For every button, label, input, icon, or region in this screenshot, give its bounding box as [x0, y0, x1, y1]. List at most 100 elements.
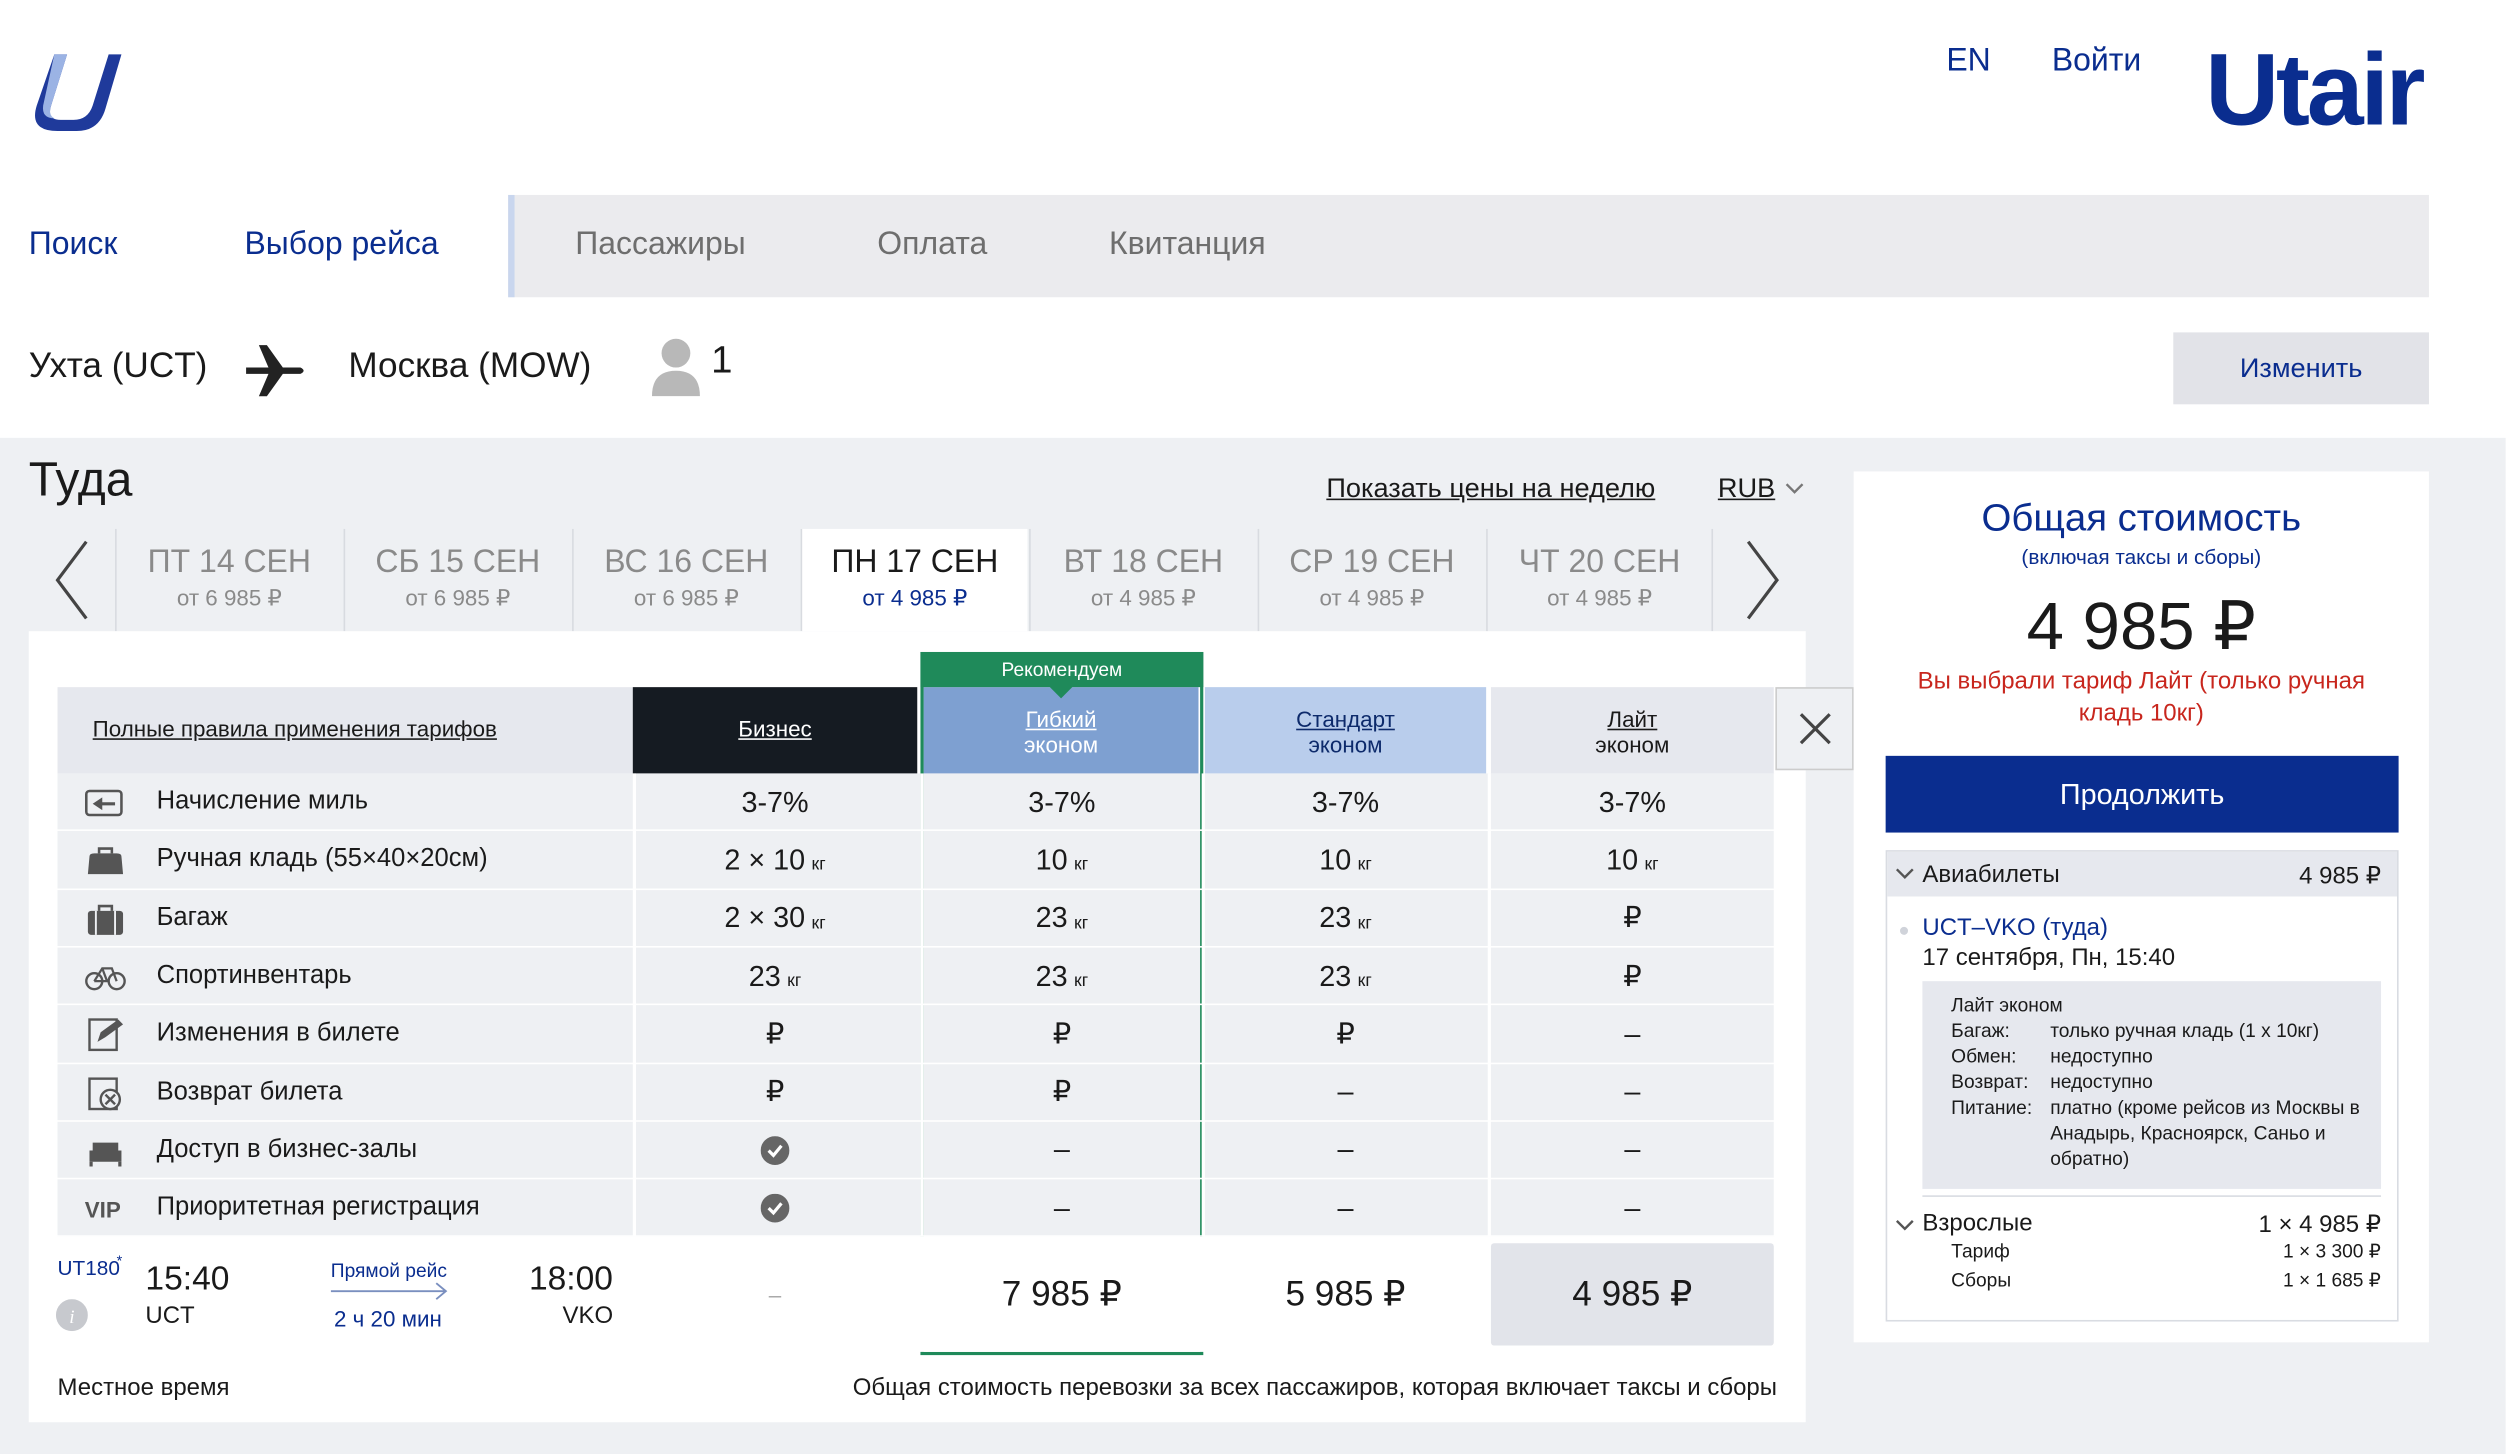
detail-key: Питание: [1951, 1096, 2033, 1119]
segment-date: 17 сентября, Пн, 15:40 [1922, 944, 2176, 972]
fare-cell: – [1624, 1017, 1641, 1050]
fare-feature-label: Ручная кладь (55×40×20см) [156, 845, 488, 873]
fare-cell: ₽ [1623, 901, 1642, 934]
date-tab[interactable]: ВС 16 СЕН от 6 985 ₽ [572, 528, 799, 632]
departure-time: 15:40 [145, 1260, 230, 1298]
route-origin: Ухта (UCT) [28, 345, 208, 386]
fare-cell: 10 кг [1319, 843, 1372, 876]
date-tab[interactable]: СБ 15 СЕН от 6 985 ₽ [343, 528, 571, 632]
tickets-label: Авиабилеты [1922, 861, 2060, 889]
summary-subtitle: (включая таксы и сборы) [2021, 544, 2262, 569]
svg-text:i: i [69, 1307, 74, 1328]
segment-dot [1900, 926, 1909, 935]
column-divider [1201, 773, 1205, 1237]
info-icon[interactable]: i [55, 1299, 88, 1332]
summary-total: 4 985 ₽ [2026, 588, 2256, 664]
close-compare-button[interactable] [1775, 687, 1854, 771]
summary-title: Общая стоимость [1981, 496, 2302, 541]
fare-rules-link[interactable]: Полные правила применения тарифов [93, 716, 497, 742]
fare-warning: Вы выбрали тариф Лайт (только ручная кла… [1917, 667, 2365, 728]
edit-ticket-icon [88, 1018, 124, 1052]
fare-cell: ₽ [765, 1075, 785, 1108]
route-destination: Москва (MOW) [348, 345, 592, 386]
fare-feature-label: Изменения в билете [156, 1019, 400, 1047]
currency-select[interactable]: RUB [1718, 473, 1775, 505]
flight-number[interactable]: UT180 [58, 1256, 120, 1280]
chevron-down-icon[interactable] [1783, 476, 1805, 498]
fees-value: 1 × 1 685 ₽ [2282, 1268, 2382, 1292]
step-payment: Оплата [877, 226, 988, 263]
step-flight-select[interactable]: Выбор рейса [244, 227, 438, 264]
local-time-note: Местное время [57, 1374, 230, 1402]
fare-cell: – [1053, 1133, 1070, 1166]
chevron-down-icon[interactable] [1895, 866, 1914, 882]
fare-cell: ₽ [1052, 1017, 1072, 1050]
fare-cell: 2 × 30 кг [724, 901, 826, 934]
segment-route[interactable]: UCT–VKO (туда) [1922, 914, 2108, 941]
fare-cell: – [1337, 1191, 1354, 1224]
column-divider [1487, 773, 1491, 1237]
fare-cell: 23 кг [1035, 959, 1089, 992]
detail-value: платно (кроме рейсов из Москвы в Анадырь… [2050, 1096, 2360, 1170]
tickets-total: 4 985 ₽ [2299, 862, 2382, 891]
summary-panel: Общая стоимость (включая таксы и сборы) … [1853, 471, 2429, 1343]
date-tab[interactable]: ЧТ 20 СЕН от 4 985 ₽ [1486, 528, 1714, 632]
fare-cell: 3-7% [1311, 785, 1380, 818]
check-icon [760, 1194, 790, 1223]
chevron-down-icon[interactable] [1895, 1218, 1914, 1234]
week-prices-link[interactable]: Показать цены на неделю [1326, 473, 1655, 505]
adults-label[interactable]: Взрослые [1922, 1210, 2032, 1237]
fare-details-title: Лайт эконом [1951, 993, 2063, 1017]
language-switch[interactable]: EN [1946, 43, 1990, 80]
fare-column-business[interactable]: Бизнес [632, 687, 918, 774]
fare-cell: 23 кг [1035, 901, 1089, 934]
passenger-icon [651, 338, 700, 397]
hand-luggage-icon [87, 847, 124, 875]
fare-column-light[interactable]: Лайт эконом [1490, 687, 1774, 774]
refund-icon [88, 1076, 122, 1110]
svg-text:VIP: VIP [85, 1198, 121, 1223]
fare-cell [633, 1179, 917, 1237]
fare-feature-label: Возврат билета [156, 1077, 343, 1106]
recommended-badge: Рекомендуем [920, 651, 1204, 688]
brand-logo[interactable]: Utair [2205, 29, 2425, 150]
fare-column-flex[interactable]: Гибкий эконом [923, 687, 1199, 774]
fare-cell: 10 кг [1606, 843, 1659, 876]
price-light-selected[interactable]: 4 985 ₽ [1490, 1243, 1774, 1346]
fare-column-standard[interactable]: Стандарт эконом [1204, 687, 1487, 774]
fare-cell: – [1337, 1133, 1354, 1166]
date-selector: ПТ 14 СЕН от 6 985 ₽ СБ 15 СЕН от 6 985 ₽ … [29, 528, 1806, 632]
direction-title: Туда [28, 453, 133, 507]
prev-dates-icon[interactable] [51, 535, 93, 624]
departure-code: UCT [145, 1302, 195, 1330]
login-link[interactable]: Войти [2052, 43, 2141, 80]
change-search-button[interactable]: Изменить [2173, 332, 2429, 405]
column-divider [1773, 773, 1777, 1237]
fare-cell: 2 × 10 кг [724, 843, 826, 876]
fare-cell: ₽ [1052, 1075, 1072, 1108]
fare-feature-label: Начисление миль [156, 787, 369, 815]
baggage-icon [87, 904, 124, 935]
total-price-note: Общая стоимость перевозки за всех пассаж… [852, 1374, 1777, 1402]
date-tab[interactable]: ВТ 18 СЕН от 4 985 ₽ [1029, 528, 1257, 632]
bike-icon [85, 967, 126, 991]
fare-cell: ₽ [1623, 959, 1642, 992]
price-flex[interactable]: 7 985 ₽ [924, 1243, 1200, 1345]
fare-cell: 3-7% [1598, 785, 1666, 818]
fare-feature-label: Приоритетная регистрация [156, 1193, 480, 1222]
continue-button[interactable]: Продолжить [1885, 755, 2399, 833]
next-dates-icon[interactable] [1742, 535, 1784, 624]
column-divider [920, 773, 924, 1237]
arrival-code: VKO [562, 1302, 614, 1330]
fare-cell: – [1053, 1191, 1070, 1224]
price-standard[interactable]: 5 985 ₽ [1205, 1243, 1486, 1345]
date-tab-selected[interactable]: ПН 17 СЕН от 4 985 ₽ [800, 528, 1028, 632]
column-divider [632, 773, 637, 1237]
step-search[interactable]: Поиск [29, 227, 118, 264]
date-tab[interactable]: СР 19 СЕН от 4 985 ₽ [1257, 528, 1485, 632]
fare-cell: 10 кг [1035, 843, 1089, 876]
passenger-count: 1 [711, 338, 733, 382]
date-tab[interactable]: ПТ 14 СЕН от 6 985 ₽ [115, 528, 342, 632]
flight-duration: 2 ч 20 мин [333, 1305, 442, 1332]
utair-logo-icon[interactable] [29, 45, 125, 134]
